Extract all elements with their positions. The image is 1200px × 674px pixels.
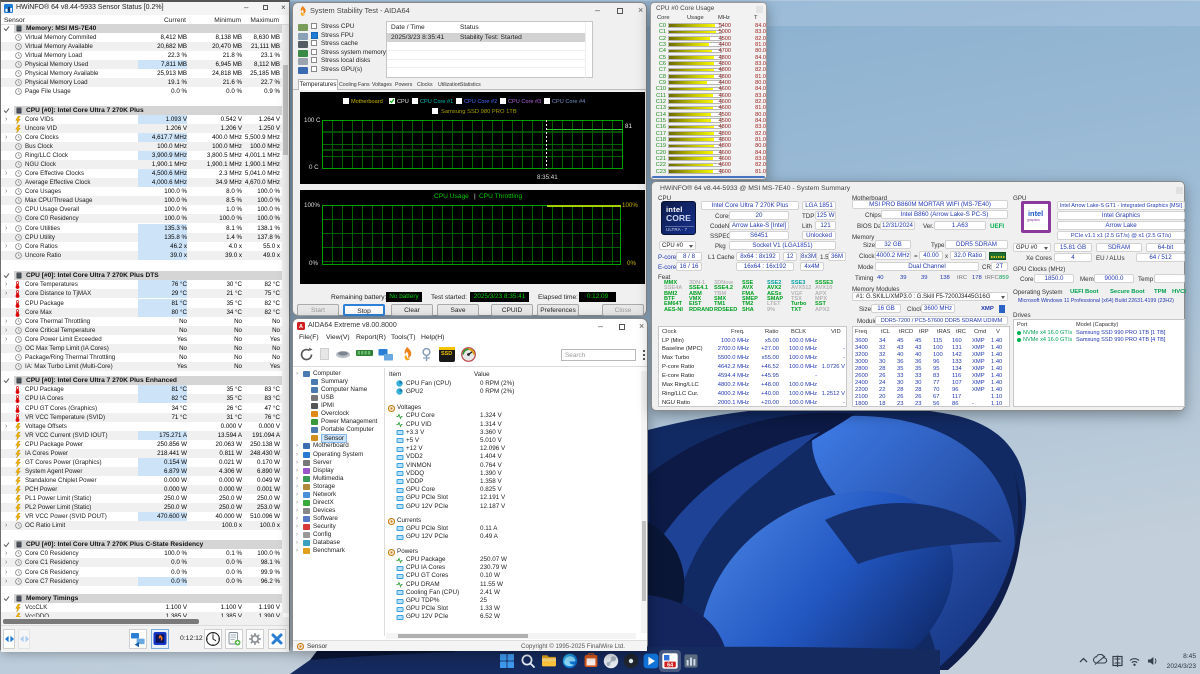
- svg-text:A: A: [299, 324, 303, 330]
- svg-text:64: 64: [667, 662, 673, 668]
